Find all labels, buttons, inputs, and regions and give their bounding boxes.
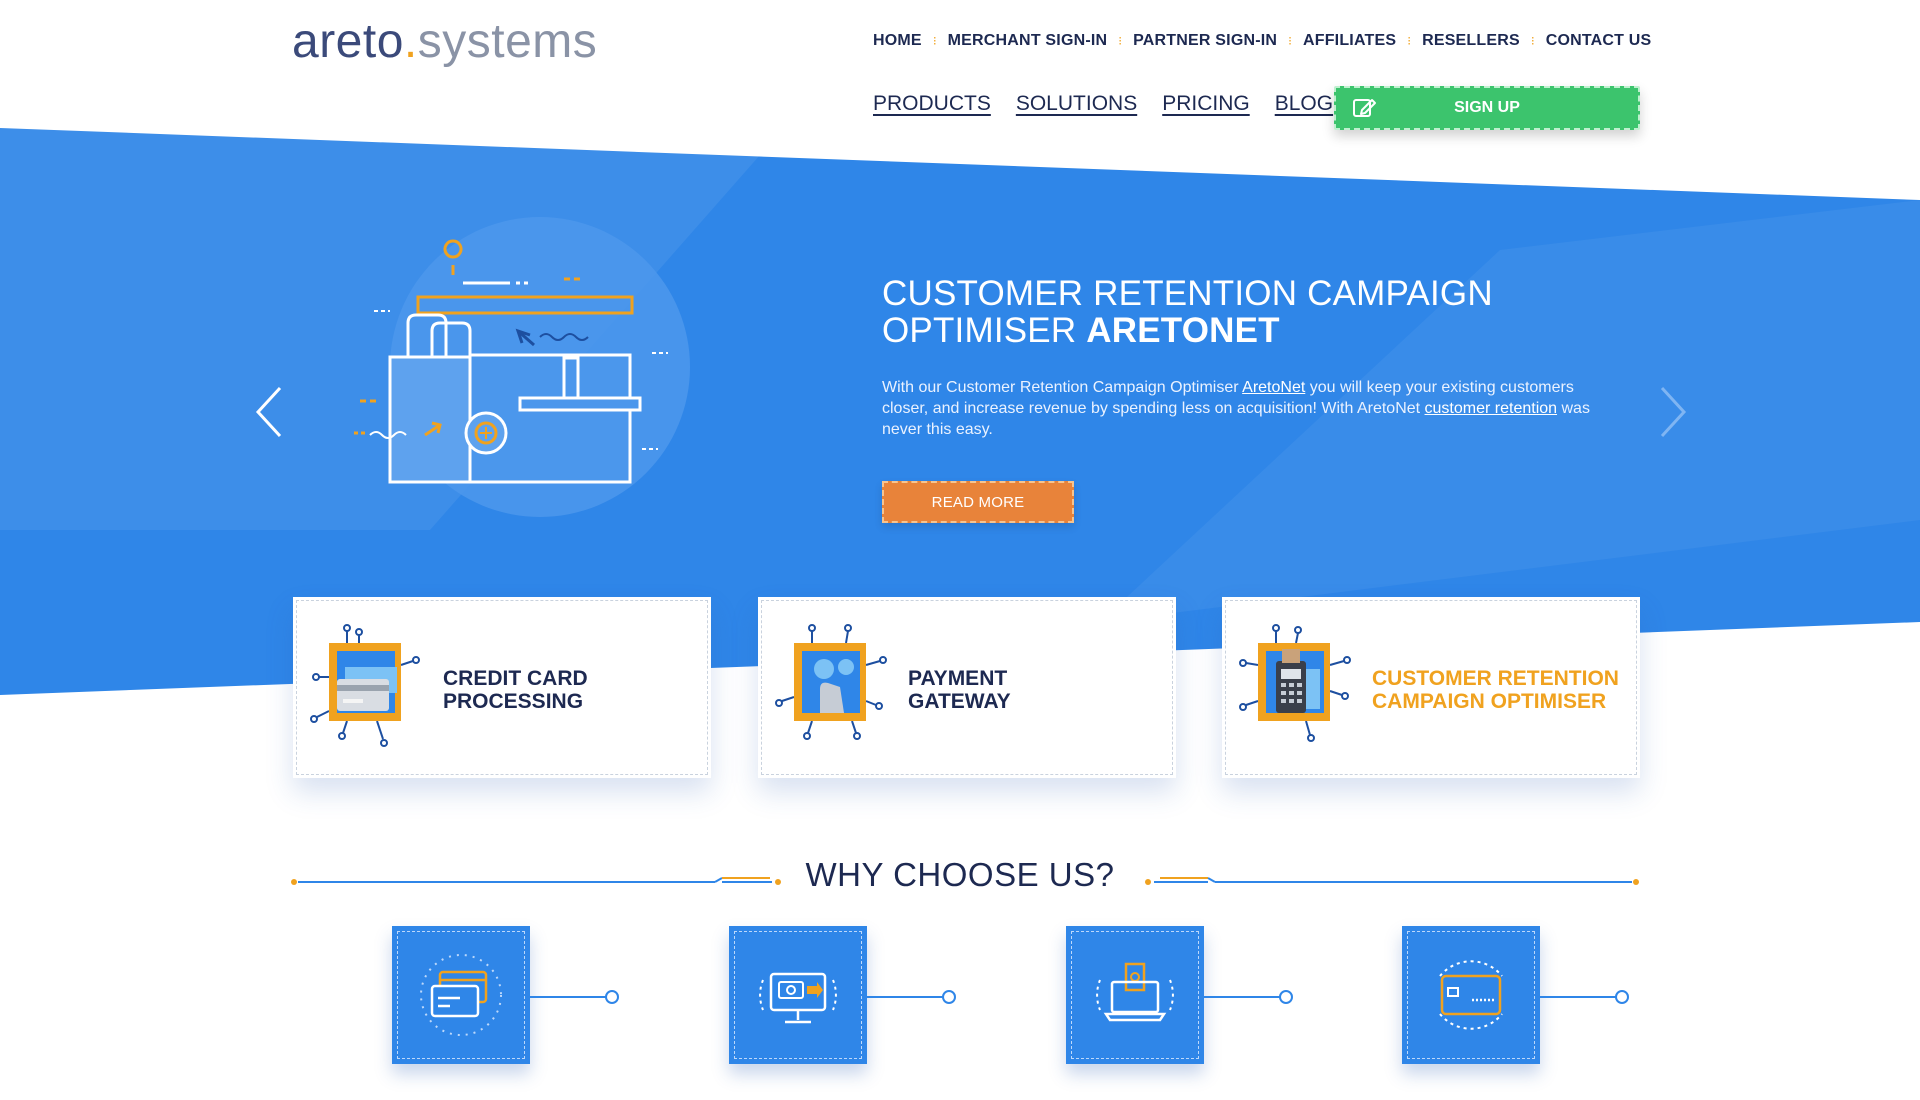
nav-pricing[interactable]: PRICING	[1162, 92, 1250, 116]
hero-title-regular: OPTIMISER	[882, 311, 1077, 350]
feature-tile-cards[interactable]	[392, 926, 530, 1064]
card-label: CREDIT CARD PROCESSING	[443, 667, 588, 713]
connector-line	[1540, 990, 1629, 1004]
logo[interactable]: areto.systems	[292, 14, 597, 69]
credit-card-chip-icon	[310, 624, 420, 747]
card-label-line2: CAMPAIGN OPTIMISER	[1372, 690, 1607, 713]
nav-blog[interactable]: BLOG	[1275, 92, 1333, 116]
pos-terminal-chip-icon	[1239, 624, 1351, 742]
nav-partner-sign-in[interactable]: PARTNER SIGN-IN	[1133, 32, 1277, 50]
logo-dot: .	[403, 15, 418, 68]
why-choose-us-title: WHY CHOOSE US?	[805, 856, 1115, 893]
card-label-line1: CUSTOMER RETENTION	[1372, 667, 1619, 690]
nav-affiliates[interactable]: AFFILIATES	[1303, 32, 1396, 50]
hero-link-aretonet[interactable]: AretoNet	[1242, 379, 1305, 396]
monitor-cash-icon	[759, 972, 837, 1024]
edit-icon	[1353, 99, 1376, 117]
chevron-left-icon[interactable]	[252, 382, 292, 442]
nav-solutions[interactable]: SOLUTIONS	[1016, 92, 1137, 116]
bank-card-icon	[1439, 960, 1503, 1030]
card-label: PAYMENT GATEWAY	[908, 667, 1011, 713]
logo-part-areto: areto	[292, 15, 404, 68]
feature-tile-monitor[interactable]	[729, 926, 867, 1064]
read-more-button[interactable]: READ MORE	[882, 481, 1074, 523]
nav-separator: ⁝	[1288, 34, 1292, 48]
nav-separator: ⁝	[1118, 34, 1123, 48]
laptop-money-icon	[1096, 962, 1174, 1022]
card-label-line1: PAYMENT	[908, 667, 1008, 690]
hero-title-line1: CUSTOMER RETENTION CAMPAIGN	[882, 274, 1493, 313]
card-label-line2: GATEWAY	[908, 690, 1011, 713]
card-label: CUSTOMER RETENTION CAMPAIGN OPTIMISER	[1372, 667, 1619, 713]
nav-separator: ⁝	[1530, 34, 1535, 48]
page: areto.systems HOME ⁝ MERCHANT SIGN-IN ⁝ …	[0, 0, 1920, 1100]
feature-tile-laptop[interactable]	[1066, 926, 1204, 1064]
main-nav: PRODUCTS SOLUTIONS PRICING BLOG	[873, 92, 1333, 116]
nav-merchant-sign-in[interactable]: MERCHANT SIGN-IN	[948, 32, 1108, 50]
nav-contact-us[interactable]: CONTACT US	[1546, 32, 1652, 50]
nav-separator: ⁝	[1407, 34, 1412, 48]
hero-title-line2: OPTIMISER ARETONET	[882, 312, 1522, 349]
nav-products[interactable]: PRODUCTS	[873, 92, 991, 116]
signup-button[interactable]: SIGN UP	[1334, 86, 1640, 130]
card-label-line2: PROCESSING	[443, 690, 584, 713]
connector-line	[530, 990, 619, 1004]
hero-description: With our Customer Retention Campaign Opt…	[882, 377, 1602, 440]
card-payment-gateway[interactable]: PAYMENT GATEWAY	[758, 597, 1176, 778]
feature-tile-bank-card[interactable]	[1402, 926, 1540, 1064]
top-nav: HOME ⁝ MERCHANT SIGN-IN ⁝ PARTNER SIGN-I…	[873, 32, 1651, 50]
hero-title: CUSTOMER RETENTION CAMPAIGN OPTIMISER AR…	[882, 275, 1522, 349]
connector-line	[867, 990, 956, 1004]
card-credit-card-processing[interactable]: CREDIT CARD PROCESSING	[293, 597, 711, 778]
cards-icon	[420, 954, 502, 1036]
chevron-right-icon[interactable]	[1650, 382, 1690, 442]
card-customer-retention[interactable]: CUSTOMER RETENTION CAMPAIGN OPTIMISER	[1222, 597, 1640, 778]
shopping-illustration	[354, 217, 690, 517]
hero-background	[0, 128, 1920, 695]
hero-link-customer-retention[interactable]: customer retention	[1425, 400, 1558, 417]
signup-label: SIGN UP	[1454, 99, 1520, 116]
card-label-line1: CREDIT CARD	[443, 667, 588, 690]
nav-home[interactable]: HOME	[873, 32, 922, 50]
payment-gateway-chip-icon	[775, 624, 887, 740]
hero-text-part1: With our Customer Retention Campaign Opt…	[882, 379, 1243, 396]
connector-line	[1204, 990, 1293, 1004]
nav-separator: ⁝	[932, 34, 937, 48]
nav-resellers[interactable]: RESELLERS	[1422, 32, 1520, 50]
hero-title-bold: ARETONET	[1086, 311, 1280, 350]
logo-part-systems: systems	[417, 15, 598, 68]
